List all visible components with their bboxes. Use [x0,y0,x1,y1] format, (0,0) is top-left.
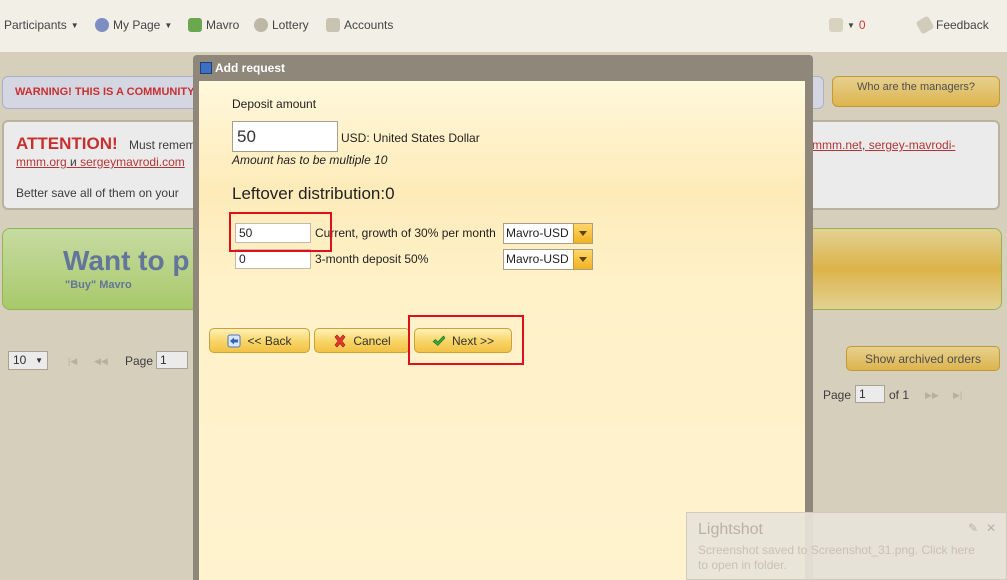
three-month-deposit-select[interactable]: Mavro-USD [503,249,593,270]
back-button-label: << Back [247,333,292,348]
nav-accounts-label: Accounts [344,18,394,32]
dialog-header[interactable]: Add request [193,55,813,81]
nav-my-page[interactable]: My Page ▼ [95,18,172,32]
toast-title: Lightshot [698,521,763,538]
user-icon [95,18,109,32]
nav-participants[interactable]: Participants ▼ [4,18,79,32]
messages-count: 0 [858,18,866,32]
nav-feedback-label: Feedback [936,18,989,32]
deposit-amount-input[interactable]: 50 [232,121,338,152]
toast-text: Screenshot saved to Screenshot_31.png. C… [698,543,975,572]
deposit-amount-label: Deposit amount [232,97,317,111]
top-nav: Participants ▼ My Page ▼ Mavro Lottery A… [0,0,1007,53]
envelope-icon [829,18,843,32]
chevron-down-icon: ▼ [847,20,855,30]
nav-lottery[interactable]: Lottery [254,18,309,32]
nav-participants-label: Participants [4,18,67,32]
current-deposit-select[interactable]: Mavro-USD [503,223,593,244]
nav-my-page-label: My Page [113,18,161,32]
nav-messages[interactable]: ▼ 0 [829,18,866,32]
highlight-current-input [229,212,332,252]
chevron-down-icon: ▼ [70,20,79,30]
amount-hint: Amount has to be multiple 10 [232,153,388,167]
pencil-icon [915,15,935,35]
nav-mavro-label: Mavro [206,18,240,32]
nav-feedback[interactable]: Feedback [915,15,989,35]
close-icon [334,334,346,347]
highlight-next-button [408,315,524,365]
nav-accounts[interactable]: Accounts [326,18,393,32]
chevron-down-icon[interactable] [573,224,592,243]
close-icon[interactable]: ✕ [986,521,996,535]
lottery-icon [254,18,268,32]
nav-mavro[interactable]: Mavro [188,18,239,32]
current-deposit-label: Current, growth of 30% per month [315,226,496,240]
cancel-button[interactable]: Cancel [314,328,410,353]
chevron-down-icon: ▼ [164,20,173,30]
accounts-icon [326,18,340,32]
back-arrow-icon [227,334,241,347]
cancel-button-label: Cancel [353,333,391,348]
current-deposit-select-value: Mavro-USD [506,226,569,240]
leftover-heading: Leftover distribution:0 [232,184,395,203]
three-month-deposit-input[interactable]: 0 [235,249,311,269]
currency-label: USD: United States Dollar [341,131,480,145]
three-month-deposit-label: 3-month deposit 50% [315,252,429,266]
chevron-down-icon[interactable] [573,250,592,269]
three-month-deposit-select-value: Mavro-USD [506,252,569,266]
dialog-title: Add request [215,61,286,75]
back-button[interactable]: << Back [209,328,310,353]
pin-icon[interactable]: ✎ [968,521,978,535]
nav-lottery-label: Lottery [272,18,309,32]
save-icon [200,62,212,74]
lightshot-notification[interactable]: Lightshot ✎ ✕ Screenshot saved to Screen… [686,512,1007,580]
butterfly-icon [188,18,202,32]
